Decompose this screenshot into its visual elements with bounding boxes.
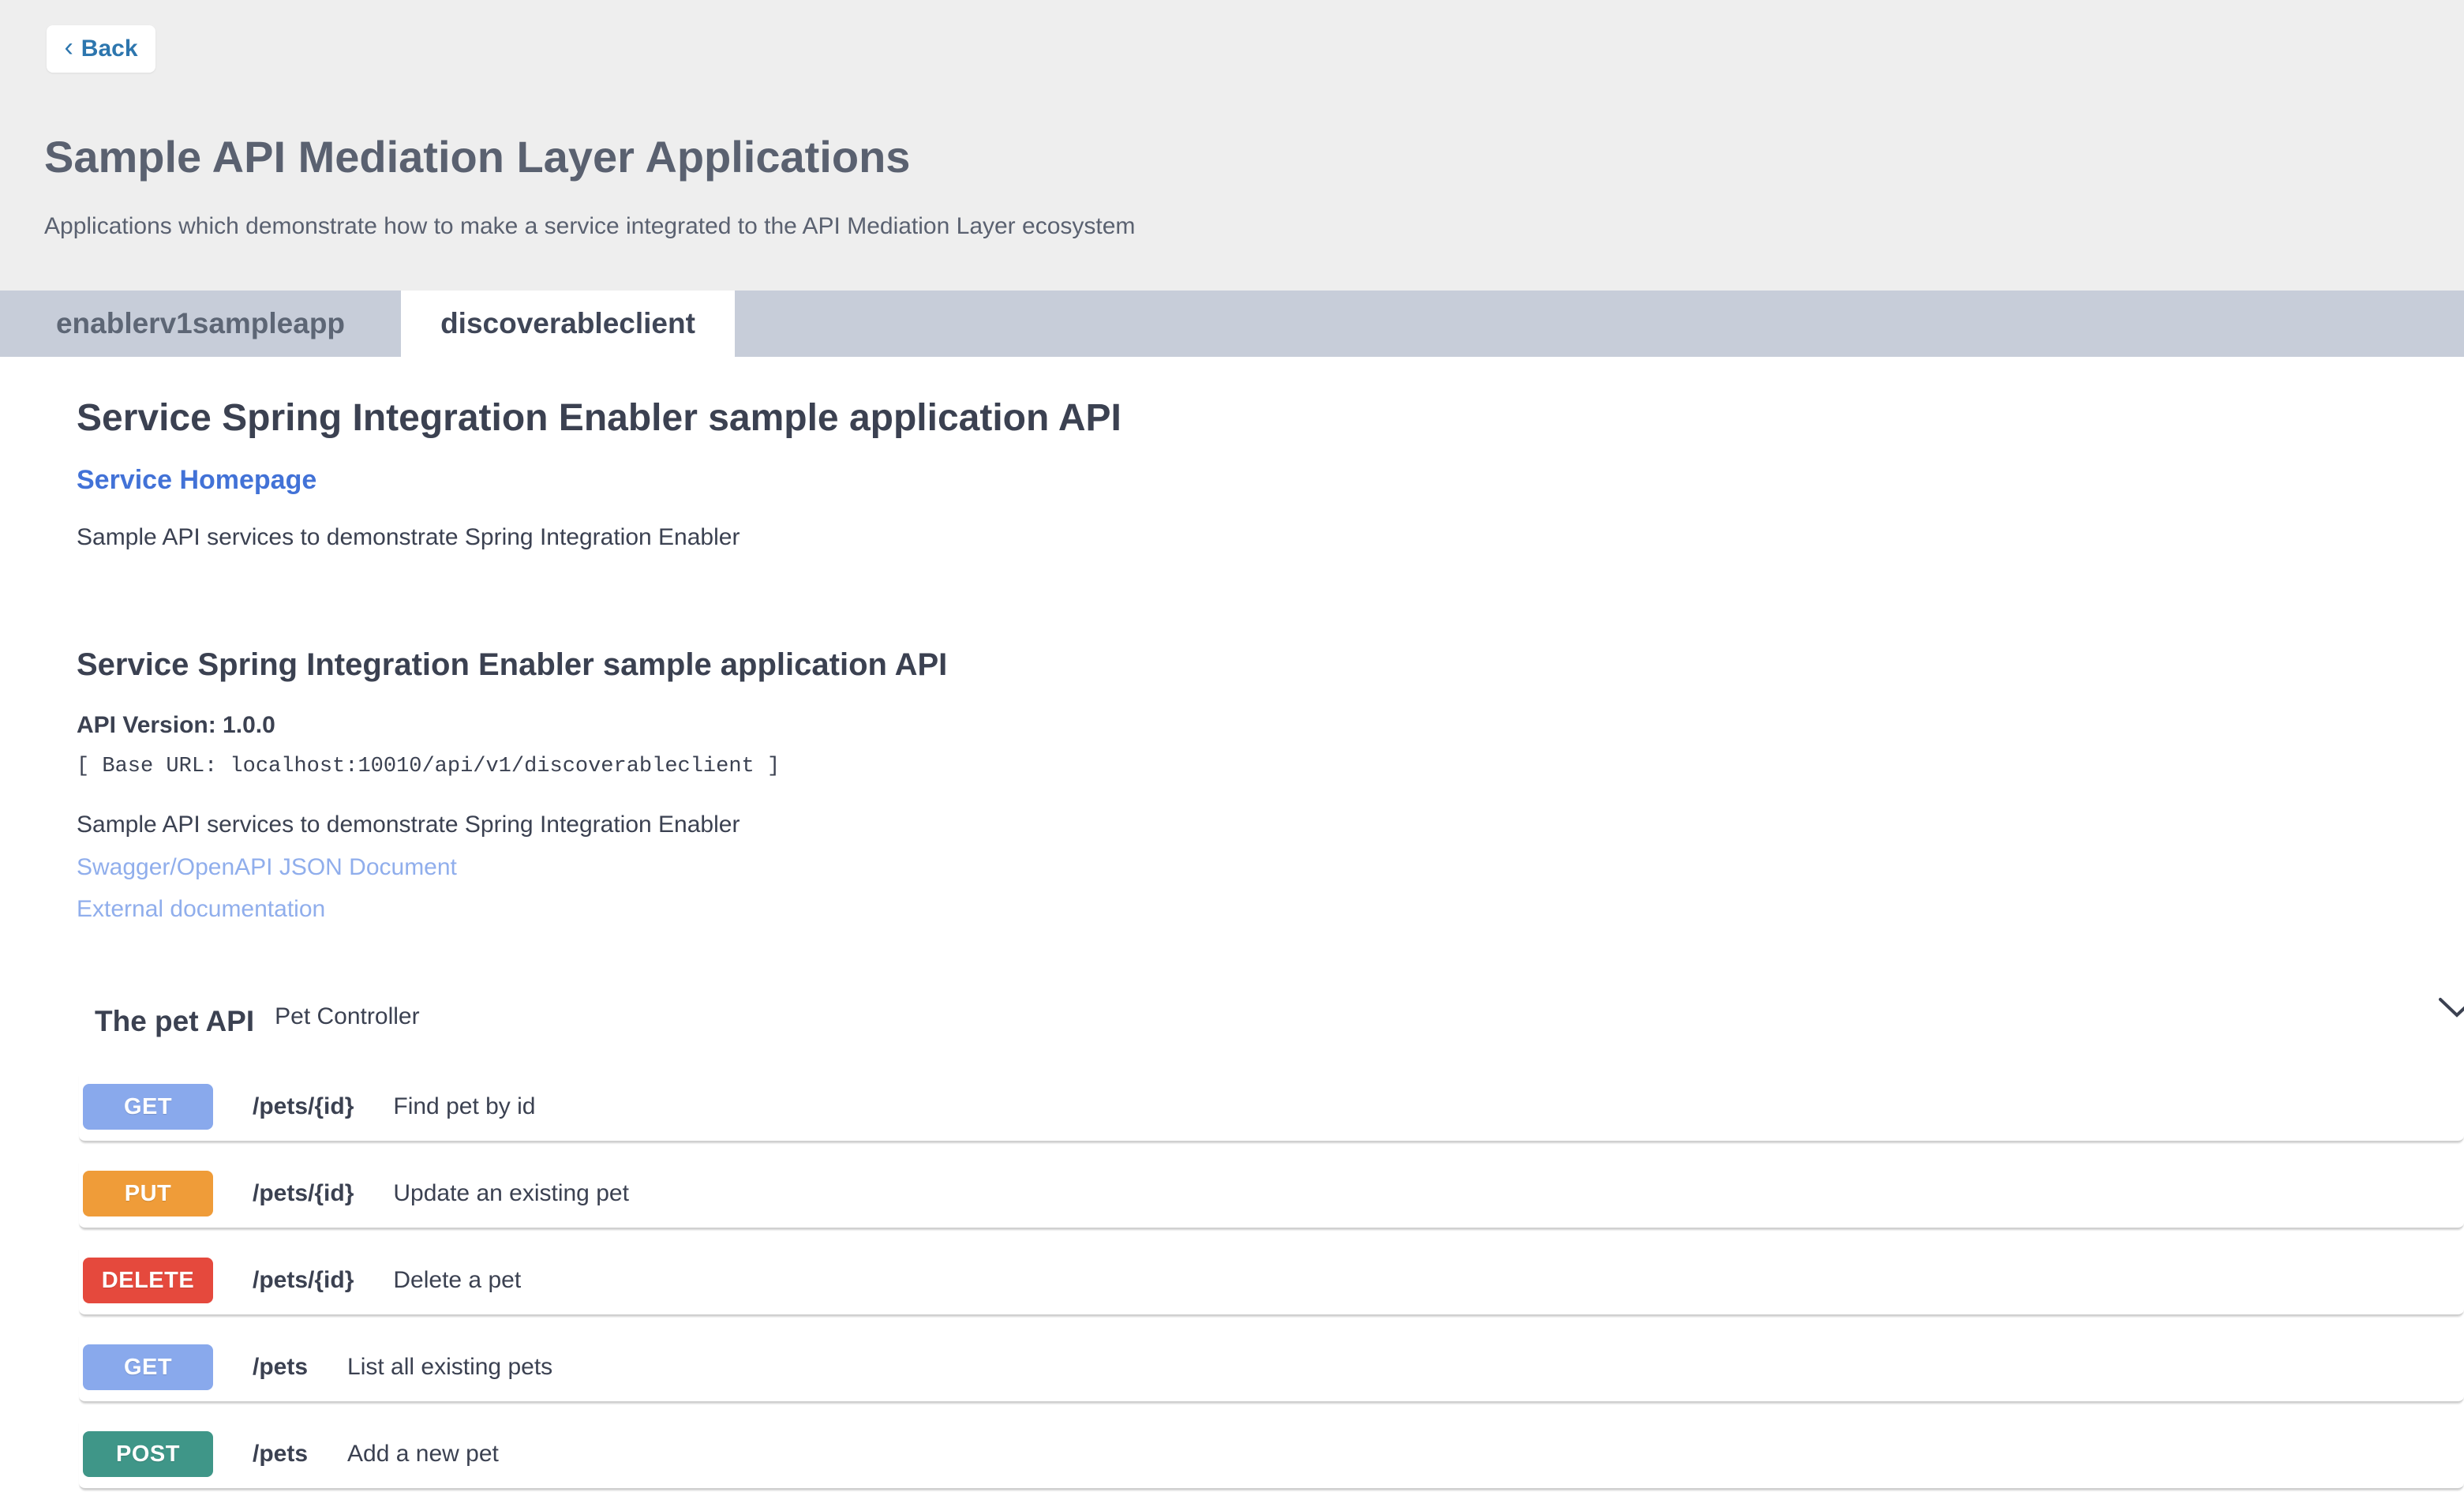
endpoint-description: Add a new pet [347,1441,499,1468]
endpoint-row-delete-pets-id[interactable]: DELETE /pets/{id} Delete a pet [79,1248,2464,1316]
endpoint-list: GET /pets/{id} Find pet by id PUT /pets/… [79,1074,2464,1490]
tab-enablerv1sampleapp[interactable]: enablerv1sampleapp [0,291,401,357]
endpoint-path: /pets/{id} [253,1267,354,1294]
pet-api-title: The pet API [95,1004,254,1039]
service-title: Service Spring Integration Enabler sampl… [77,396,2464,440]
external-doc-link[interactable]: External documentation [77,895,325,924]
api-version: API Version: 1.0.0 [77,711,2464,740]
endpoint-row-get-pets-id[interactable]: GET /pets/{id} Find pet by id [79,1074,2464,1142]
endpoint-row-post-pets[interactable]: POST /pets Add a new pet [79,1422,2464,1490]
endpoint-row-get-pets[interactable]: GET /pets List all existing pets [79,1335,2464,1403]
endpoint-path: /pets [253,1354,308,1381]
endpoint-path: /pets [253,1441,308,1468]
method-badge-get: GET [83,1084,213,1130]
api-doc-title: Service Spring Integration Enabler sampl… [77,647,2464,683]
endpoint-description: List all existing pets [347,1354,552,1381]
endpoint-row-put-pets-id[interactable]: PUT /pets/{id} Update an existing pet [79,1161,2464,1229]
service-homepage-link[interactable]: Service Homepage [77,465,316,496]
endpoint-description: Find pet by id [393,1093,535,1120]
page-title: Sample API Mediation Layer Applications [0,0,2464,182]
method-badge-post: POST [83,1431,213,1477]
method-badge-put: PUT [83,1171,213,1216]
method-badge-get: GET [83,1344,213,1390]
back-button[interactable]: ‹ Back [47,25,155,73]
page-subtitle: Applications which demonstrate how to ma… [0,182,2464,240]
service-tab-bar: enablerv1sampleapp discoverableclient [0,291,2464,357]
method-badge-delete: DELETE [83,1258,213,1303]
endpoint-path: /pets/{id} [253,1093,354,1120]
endpoint-description: Update an existing pet [393,1180,629,1207]
service-description: Sample API services to demonstrate Sprin… [77,523,2464,552]
api-doc-description: Sample API services to demonstrate Sprin… [77,811,2464,839]
endpoint-description: Delete a pet [393,1267,521,1294]
pet-api-section: The pet API Pet Controller GET /pets/{id… [0,1004,2464,1490]
back-button-label: Back [81,36,138,62]
api-catalog-page: ‹ Back Sample API Mediation Layer Applic… [0,0,2464,1492]
chevron-down-icon[interactable] [2439,996,2464,1018]
service-detail: Service Spring Integration Enabler sampl… [0,396,2464,1490]
page-header: ‹ Back Sample API Mediation Layer Applic… [0,0,2464,291]
back-chevron-icon: ‹ [64,34,73,61]
api-base-url: [ Base URL: localhost:10010/api/v1/disco… [77,754,2464,779]
tab-discoverableclient[interactable]: discoverableclient [401,291,735,357]
endpoint-path: /pets/{id} [253,1180,354,1207]
swagger-json-link[interactable]: Swagger/OpenAPI JSON Document [77,853,457,882]
pet-api-subtitle: Pet Controller [275,1003,419,1031]
pet-api-section-header[interactable]: The pet API Pet Controller [95,1004,2464,1039]
